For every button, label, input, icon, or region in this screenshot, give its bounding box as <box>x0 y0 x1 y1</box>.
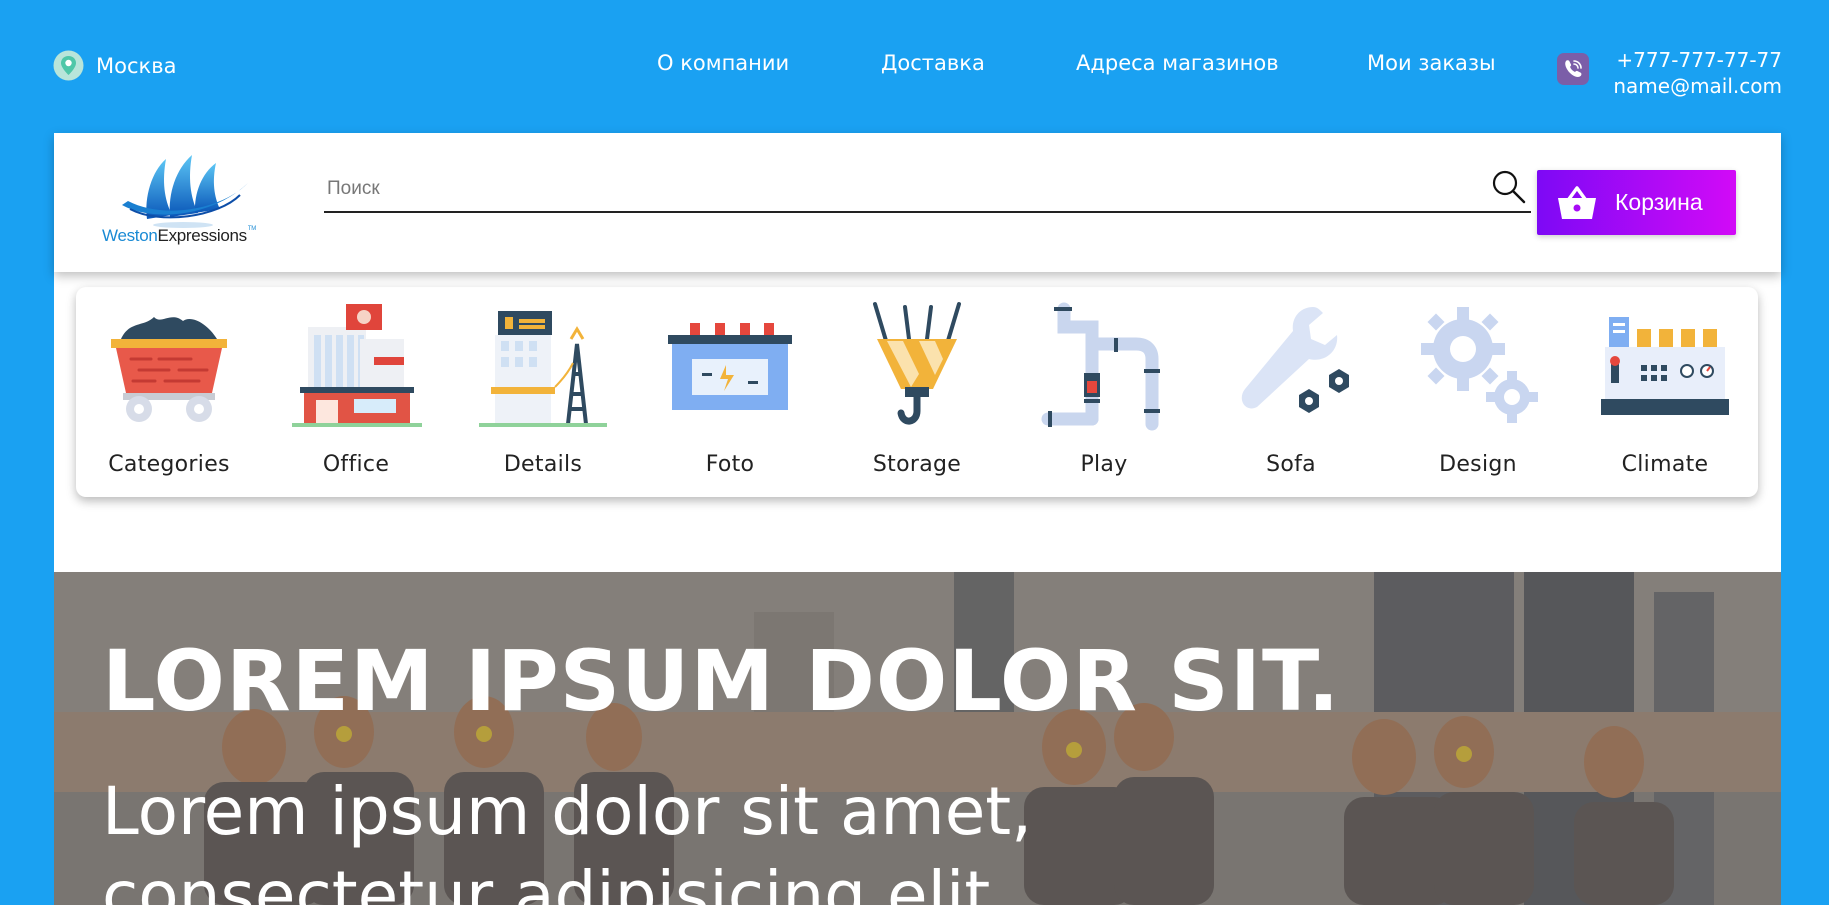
location-pin-icon <box>53 50 84 81</box>
power-plant-icon <box>479 311 607 427</box>
cart-label: Корзина <box>1615 189 1703 215</box>
hero-banner: LOREM IPSUM DOLOR SIT. Lorem ipsum dolor… <box>54 572 1781 905</box>
office-building-icon <box>292 304 422 427</box>
gears-icon <box>1421 307 1538 423</box>
logo-tm: TM <box>247 226 256 232</box>
category-item-storage[interactable]: Storage <box>842 299 992 489</box>
search-bar <box>324 167 1531 213</box>
category-label: Design <box>1439 452 1517 477</box>
crane-hook-icon <box>873 302 961 425</box>
category-label: Play <box>1080 452 1128 477</box>
email-address[interactable]: name@mail.com <box>1613 73 1782 99</box>
mine-cart-icon <box>111 317 227 422</box>
nav-link-delivery[interactable]: Доставка <box>881 51 985 75</box>
category-item-categories[interactable]: Categories <box>94 299 244 489</box>
category-item-sofa[interactable]: Sofa <box>1216 299 1366 489</box>
hero-title: LOREM IPSUM DOLOR SIT. <box>102 632 1341 730</box>
cart-button[interactable]: Корзина <box>1537 170 1736 235</box>
city-label: Москва <box>96 53 177 78</box>
logo-part2: Expressions <box>157 226 248 245</box>
category-item-design[interactable]: Design <box>1403 299 1553 489</box>
category-item-play[interactable]: Play <box>1029 299 1179 489</box>
battery-icon <box>668 323 792 410</box>
nav-link-about[interactable]: О компании <box>657 51 789 75</box>
header: WestonExpressionsTM Корзина <box>54 133 1781 272</box>
logo-text[interactable]: WestonExpressionsTM <box>102 226 256 246</box>
basket-icon <box>1558 185 1596 219</box>
city-selector[interactable]: Москва <box>53 50 176 81</box>
hero-subtitle: Lorem ipsum dolor sit amet, consectetur … <box>102 770 1032 905</box>
category-label: Office <box>322 452 390 477</box>
category-item-office[interactable]: Office <box>281 299 431 489</box>
control-panel-icon <box>1601 317 1729 415</box>
category-label: Details <box>503 452 583 477</box>
hero-subtitle-line1: Lorem ipsum dolor sit amet, <box>102 773 1033 850</box>
category-item-foto[interactable]: Foto <box>655 299 805 489</box>
logo-part1: Weston <box>102 226 158 245</box>
category-item-climate[interactable]: Climate <box>1590 299 1740 489</box>
hero-subtitle-line2: consectetur adipisicing elit. <box>102 857 1012 905</box>
category-label: Storage <box>872 452 962 477</box>
viber-phone-icon[interactable] <box>1557 53 1589 85</box>
wrench-nuts-icon <box>1241 307 1349 413</box>
category-item-details[interactable]: Details <box>468 299 618 489</box>
contact-info: +777-777-77-77 name@mail.com <box>1613 47 1782 99</box>
category-label: Sofa <box>1266 452 1316 477</box>
category-label: Categories <box>108 452 230 477</box>
nav-link-stores[interactable]: Адреса магазинов <box>1076 51 1279 75</box>
pipes-icon <box>1041 302 1160 431</box>
search-icon[interactable] <box>1491 169 1527 205</box>
nav-link-orders[interactable]: Мои заказы <box>1367 51 1496 75</box>
top-bar: Москва О компании Доставка Адреса магази… <box>0 0 1829 133</box>
search-input[interactable] <box>327 173 1427 205</box>
category-bar: Categories Office Details Foto Storage P… <box>76 287 1758 497</box>
phone-number[interactable]: +777-777-77-77 <box>1613 47 1782 73</box>
category-label: Climate <box>1621 452 1709 477</box>
category-label: Foto <box>705 452 755 477</box>
